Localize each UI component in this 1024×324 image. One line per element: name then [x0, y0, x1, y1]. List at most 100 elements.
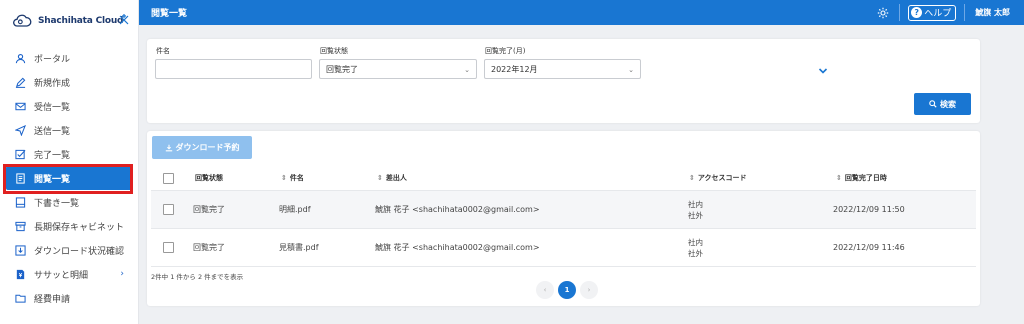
row-subject: 見積書.pdf — [279, 243, 319, 252]
row-access-code: 社内 社外 — [688, 199, 703, 221]
completed-month-label: 回覧完了(月) — [485, 47, 526, 55]
gear-icon[interactable] — [877, 7, 889, 19]
prev-page-button[interactable]: ‹ — [536, 281, 554, 299]
search-panel: 件名 回覧状態 回覧完了 ⌄ 回覧完了(月) 2022年12月 ⌄ 検索 — [147, 39, 980, 123]
sidebar-item-sent[interactable]: 送信一覧 — [0, 118, 138, 142]
access-code-external: 社外 — [688, 248, 703, 258]
sidebar-item-download-status[interactable]: ダウンロード状況確認 — [0, 238, 138, 262]
help-label: ヘルプ — [924, 9, 952, 19]
column-access-code-label: アクセスコード — [697, 174, 747, 182]
access-code-external: 社外 — [688, 210, 703, 220]
column-subject-label: 件名 — [289, 174, 304, 182]
search-icon — [929, 100, 937, 108]
header: 閲覧一覧 ? ヘルプ 鯱旗 太郎 — [139, 0, 1024, 25]
brand[interactable]: Shachihata Cloud — [0, 0, 138, 42]
help-button[interactable]: ? ヘルプ — [908, 4, 957, 21]
row-checkbox[interactable] — [163, 242, 174, 253]
column-sender[interactable]: ⇕ 差出人 — [377, 173, 407, 183]
sidebar-item-label: ポータル — [34, 54, 71, 65]
document-icon — [15, 172, 26, 184]
pin-icon[interactable] — [117, 13, 131, 27]
sidebar-item-portal[interactable]: ポータル — [0, 46, 138, 70]
page-title: 閲覧一覧 — [151, 9, 188, 19]
sidebar-item-label: ササッと明細 — [34, 270, 89, 281]
select-all-checkbox[interactable] — [163, 172, 174, 184]
sidebar-item-drafts[interactable]: 下書き一覧 — [0, 190, 138, 214]
user-name[interactable]: 鯱旗 太郎 — [965, 7, 1024, 18]
cloud-logo-icon — [13, 14, 32, 27]
subject-label: 件名 — [156, 47, 170, 55]
column-subject[interactable]: ⇕ 件名 — [281, 173, 304, 183]
expand-chevron-icon[interactable] — [817, 65, 829, 77]
sidebar-item-label: 下書き一覧 — [34, 198, 80, 209]
sidebar-item-received[interactable]: 受信一覧 — [0, 94, 138, 118]
sort-icon: ⇕ — [377, 174, 383, 182]
download-reserve-label: ダウンロード予約 — [175, 143, 240, 152]
column-status-label: 回覧状態 — [195, 174, 223, 182]
status-select-value: 回覧完了 — [326, 64, 358, 74]
next-page-button[interactable]: › — [580, 281, 598, 299]
pencil-icon — [15, 77, 26, 88]
file-yen-icon — [15, 269, 26, 280]
sort-icon: ⇕ — [836, 174, 842, 182]
sidebar-item-label: 閲覧一覧 — [34, 174, 71, 185]
folder-icon — [15, 293, 26, 304]
table-row[interactable]: 回覧完了 明細.pdf 鯱旗 花子 <shachihata0002@gmail.… — [151, 191, 976, 229]
column-completed-at-label: 回覧完了日時 — [844, 174, 887, 182]
access-code-internal: 社内 — [688, 237, 703, 247]
download-box-icon — [15, 244, 26, 256]
send-icon — [15, 124, 26, 136]
row-status: 回覧完了 — [193, 243, 225, 252]
table-row[interactable]: 回覧完了 見積書.pdf 鯱旗 花子 <shachihata0002@gmail… — [151, 229, 976, 267]
results-panel: ダウンロード予約 回覧状態 ⇕ 件名 ⇕ 差出人 ⇕ アクセスコード ⇕ 回覧完了日時 … — [147, 131, 980, 306]
chevron-down-icon: ⌄ — [628, 66, 634, 74]
check-square-icon — [15, 149, 26, 160]
sidebar-item-label: ダウンロード状況確認 — [34, 246, 125, 257]
results-table: 回覧状態 ⇕ 件名 ⇕ 差出人 ⇕ アクセスコード ⇕ 回覧完了日時 回覧完了 明細.p… — [151, 166, 976, 267]
row-completed-at: 2022/12/09 11:50 — [833, 205, 905, 214]
column-completed-at[interactable]: ⇕ 回覧完了日時 — [836, 173, 887, 183]
completed-month-select[interactable]: 2022年12月 ⌄ — [484, 59, 641, 79]
search-button[interactable]: 検索 — [914, 93, 971, 115]
sort-icon: ⇕ — [281, 174, 287, 182]
sidebar-item-label: 経費申請 — [34, 294, 71, 305]
status-select[interactable]: 回覧完了 ⌄ — [319, 59, 477, 79]
sidebar-item-viewed[interactable]: 閲覧一覧 — [6, 166, 132, 190]
download-icon — [165, 144, 172, 151]
search-button-label: 検索 — [940, 99, 956, 109]
table-header: 回覧状態 ⇕ 件名 ⇕ 差出人 ⇕ アクセスコード ⇕ 回覧完了日時 — [151, 166, 976, 191]
chevron-right-icon: › — [120, 269, 124, 279]
row-access-code: 社内 社外 — [688, 237, 703, 259]
divider — [899, 4, 901, 21]
column-access-code[interactable]: ⇕ アクセスコード — [689, 173, 747, 183]
sidebar-item-label: 長期保存キャビネット — [34, 222, 125, 233]
draft-icon — [15, 196, 26, 208]
sidebar-item-label: 完了一覧 — [34, 150, 71, 161]
sidebar-item-label: 送信一覧 — [34, 126, 71, 137]
column-sender-label: 差出人 — [385, 174, 407, 182]
brand-name: Shachihata Cloud — [38, 16, 124, 26]
row-checkbox[interactable] — [163, 204, 174, 215]
sidebar-item-expense[interactable]: 経費申請 — [0, 286, 138, 310]
row-subject: 明細.pdf — [279, 205, 311, 214]
sidebar-item-new[interactable]: 新規作成 — [0, 70, 138, 94]
row-sender: 鯱旗 花子 <shachihata0002@gmail.com> — [375, 243, 540, 252]
sidebar-item-label: 受信一覧 — [34, 102, 71, 113]
sort-icon: ⇕ — [689, 174, 695, 182]
sidebar-item-completed[interactable]: 完了一覧 — [0, 142, 138, 166]
download-reserve-button[interactable]: ダウンロード予約 — [152, 136, 252, 159]
envelope-icon — [15, 101, 26, 112]
result-count: 2件中 1 件から 2 件までを表示 — [151, 273, 244, 281]
completed-month-value: 2022年12月 — [491, 64, 538, 74]
sidebar: Shachihata Cloud ポータル 新規作成 受信一覧 送信一覧 完了一… — [0, 0, 139, 324]
subject-input[interactable] — [155, 59, 312, 79]
access-code-internal: 社内 — [688, 199, 703, 209]
page-1-button[interactable]: 1 — [558, 281, 576, 299]
column-status: 回覧状態 — [195, 173, 223, 183]
sidebar-item-cabinet[interactable]: 長期保存キャビネット — [0, 214, 138, 238]
pagination: ‹ 1 › — [536, 281, 602, 299]
sidebar-item-statement[interactable]: ササッと明細 › — [0, 262, 138, 286]
chevron-down-icon: ⌄ — [464, 66, 470, 74]
cabinet-icon — [15, 221, 26, 232]
row-sender: 鯱旗 花子 <shachihata0002@gmail.com> — [375, 205, 540, 214]
